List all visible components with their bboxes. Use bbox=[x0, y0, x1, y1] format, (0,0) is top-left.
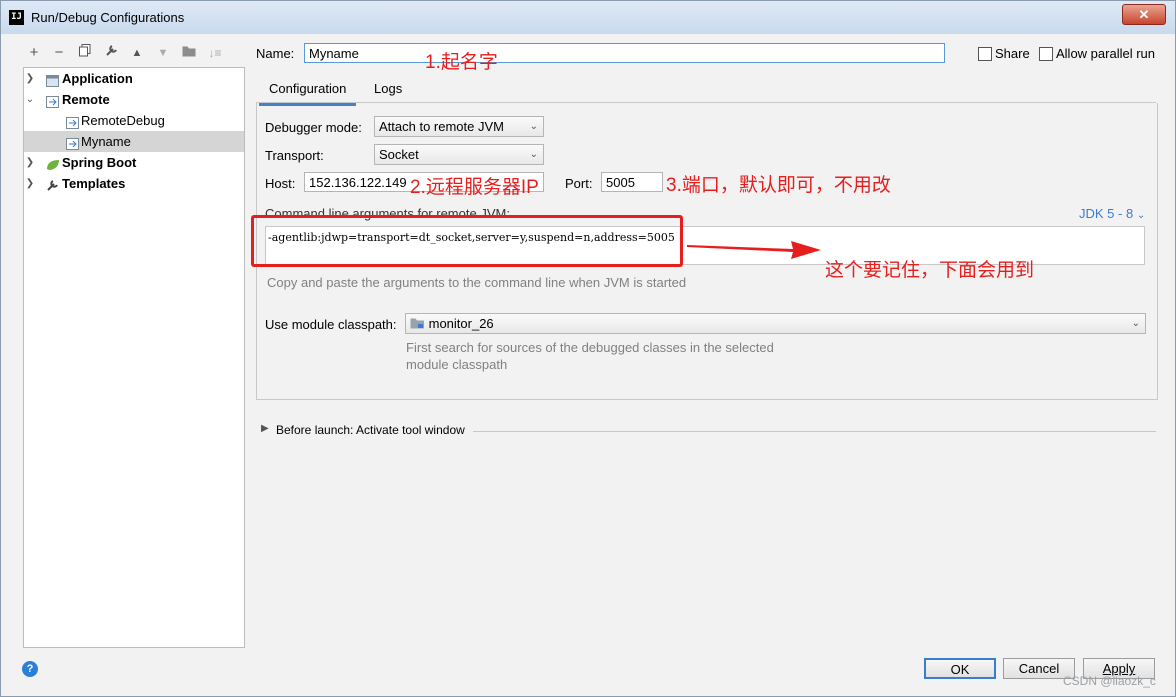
transport-value: Socket bbox=[379, 147, 419, 162]
tree-item-spring-boot[interactable]: ❯ Spring Boot bbox=[24, 152, 244, 173]
debugger-mode-select[interactable]: Attach to remote JVM ⌄ bbox=[374, 116, 544, 137]
before-launch-label[interactable]: Before launch: Activate tool window bbox=[276, 423, 465, 437]
window-title: Run/Debug Configurations bbox=[31, 10, 185, 25]
name-input[interactable]: Myname bbox=[304, 43, 945, 63]
tree-item-templates[interactable]: ❯ Templates bbox=[24, 173, 244, 194]
plus-icon[interactable]: + bbox=[25, 43, 43, 63]
spring-boot-icon bbox=[46, 156, 59, 170]
up-arrow-icon[interactable]: ▲ bbox=[128, 43, 146, 63]
chevron-right-icon[interactable]: ❯ bbox=[24, 152, 36, 173]
config-tree: ❯ Application ⌄ Remote RemoteDebug Mynam… bbox=[23, 67, 245, 648]
chevron-down-icon: ⌄ bbox=[529, 121, 538, 132]
host-label: Host: bbox=[265, 176, 296, 191]
sort-icon[interactable]: ↓≡ bbox=[206, 43, 224, 63]
tree-item-label: Myname bbox=[81, 134, 131, 149]
annotation-name: 1.起名字 bbox=[425, 52, 498, 73]
tab-logs[interactable]: Logs bbox=[374, 81, 402, 103]
port-label: Port: bbox=[565, 176, 593, 191]
application-icon bbox=[46, 72, 59, 87]
module-folder-icon bbox=[410, 315, 425, 334]
tree-item-application[interactable]: ❯ Application bbox=[24, 68, 244, 89]
tree-item-label: RemoteDebug bbox=[81, 113, 165, 128]
remote-config-icon bbox=[66, 135, 79, 150]
tree-item-label: Spring Boot bbox=[62, 155, 137, 170]
port-input[interactable]: 5005 bbox=[601, 172, 663, 192]
module-classpath-label: Use module classpath: bbox=[265, 317, 397, 332]
module-classpath-hint-1: First search for sources of the debugged… bbox=[406, 340, 774, 355]
module-classpath-select[interactable]: monitor_26 ⌄ bbox=[405, 313, 1146, 334]
tree-item-label: Remote bbox=[62, 92, 110, 107]
tree-item-label: Application bbox=[62, 71, 133, 86]
help-icon[interactable]: ? bbox=[22, 661, 38, 677]
down-arrow-icon[interactable]: ▼ bbox=[154, 43, 172, 63]
wrench-icon bbox=[46, 177, 59, 191]
tree-item-label: Templates bbox=[62, 176, 126, 191]
annotation-highlight-box bbox=[251, 215, 683, 267]
jdk-version-select[interactable]: JDK 5 - 8 ⌄ bbox=[1079, 206, 1145, 221]
chevron-down-icon: ⌄ bbox=[1136, 210, 1146, 221]
ok-button[interactable]: OK bbox=[924, 658, 996, 679]
annotation-cmd: 这个要记住，下面会用到 bbox=[825, 260, 1035, 281]
chevron-down-icon[interactable]: ⌄ bbox=[24, 89, 36, 110]
module-classpath-value: monitor_26 bbox=[428, 316, 494, 331]
debugger-mode-label: Debugger mode: bbox=[265, 120, 362, 135]
title-bar: IJ Run/Debug Configurations ✕ bbox=[1, 1, 1175, 34]
minus-icon[interactable]: − bbox=[50, 43, 68, 63]
tree-item-myname[interactable]: Myname bbox=[24, 131, 244, 152]
cmd-args-hint: Copy and paste the arguments to the comm… bbox=[267, 275, 687, 290]
share-checkbox[interactable] bbox=[978, 47, 992, 61]
before-launch-divider bbox=[473, 431, 1156, 432]
allow-parallel-label: Allow parallel run bbox=[1056, 46, 1155, 61]
tree-item-remote[interactable]: ⌄ Remote bbox=[24, 89, 244, 110]
tree-item-remotedebug[interactable]: RemoteDebug bbox=[24, 110, 244, 131]
folder-icon[interactable] bbox=[180, 43, 198, 63]
remote-config-icon bbox=[66, 114, 79, 129]
transport-label: Transport: bbox=[265, 148, 324, 163]
remote-icon bbox=[46, 93, 59, 108]
annotation-port: 3.端口，默认即可，不用改 bbox=[666, 175, 891, 196]
jdk-version-value: JDK 5 - 8 bbox=[1079, 206, 1134, 221]
share-label: Share bbox=[995, 46, 1030, 61]
wrench-icon[interactable] bbox=[102, 43, 120, 63]
chevron-down-icon: ⌄ bbox=[529, 149, 538, 160]
name-label: Name: bbox=[256, 46, 295, 61]
intellij-app-icon: IJ bbox=[9, 10, 24, 25]
debugger-mode-value: Attach to remote JVM bbox=[379, 119, 504, 134]
watermark: CSDN @liaozk_c bbox=[1063, 674, 1156, 688]
chevron-down-icon: ⌄ bbox=[1131, 318, 1140, 329]
transport-select[interactable]: Socket ⌄ bbox=[374, 144, 544, 165]
run-debug-dialog: IJ Run/Debug Configurations ✕ + − ▲ ▼ ↓≡… bbox=[0, 0, 1176, 697]
chevron-right-icon[interactable]: ❯ bbox=[24, 68, 36, 89]
close-button[interactable]: ✕ bbox=[1122, 4, 1166, 25]
expand-triangle-icon[interactable]: ▶ bbox=[261, 423, 269, 434]
copy-icon[interactable] bbox=[76, 43, 94, 63]
chevron-right-icon[interactable]: ❯ bbox=[24, 173, 36, 194]
module-classpath-hint-2: module classpath bbox=[406, 357, 508, 372]
allow-parallel-checkbox[interactable] bbox=[1039, 47, 1053, 61]
annotation-host: 2.远程服务器IP bbox=[410, 177, 539, 198]
annotation-arrow-icon bbox=[687, 241, 821, 259]
